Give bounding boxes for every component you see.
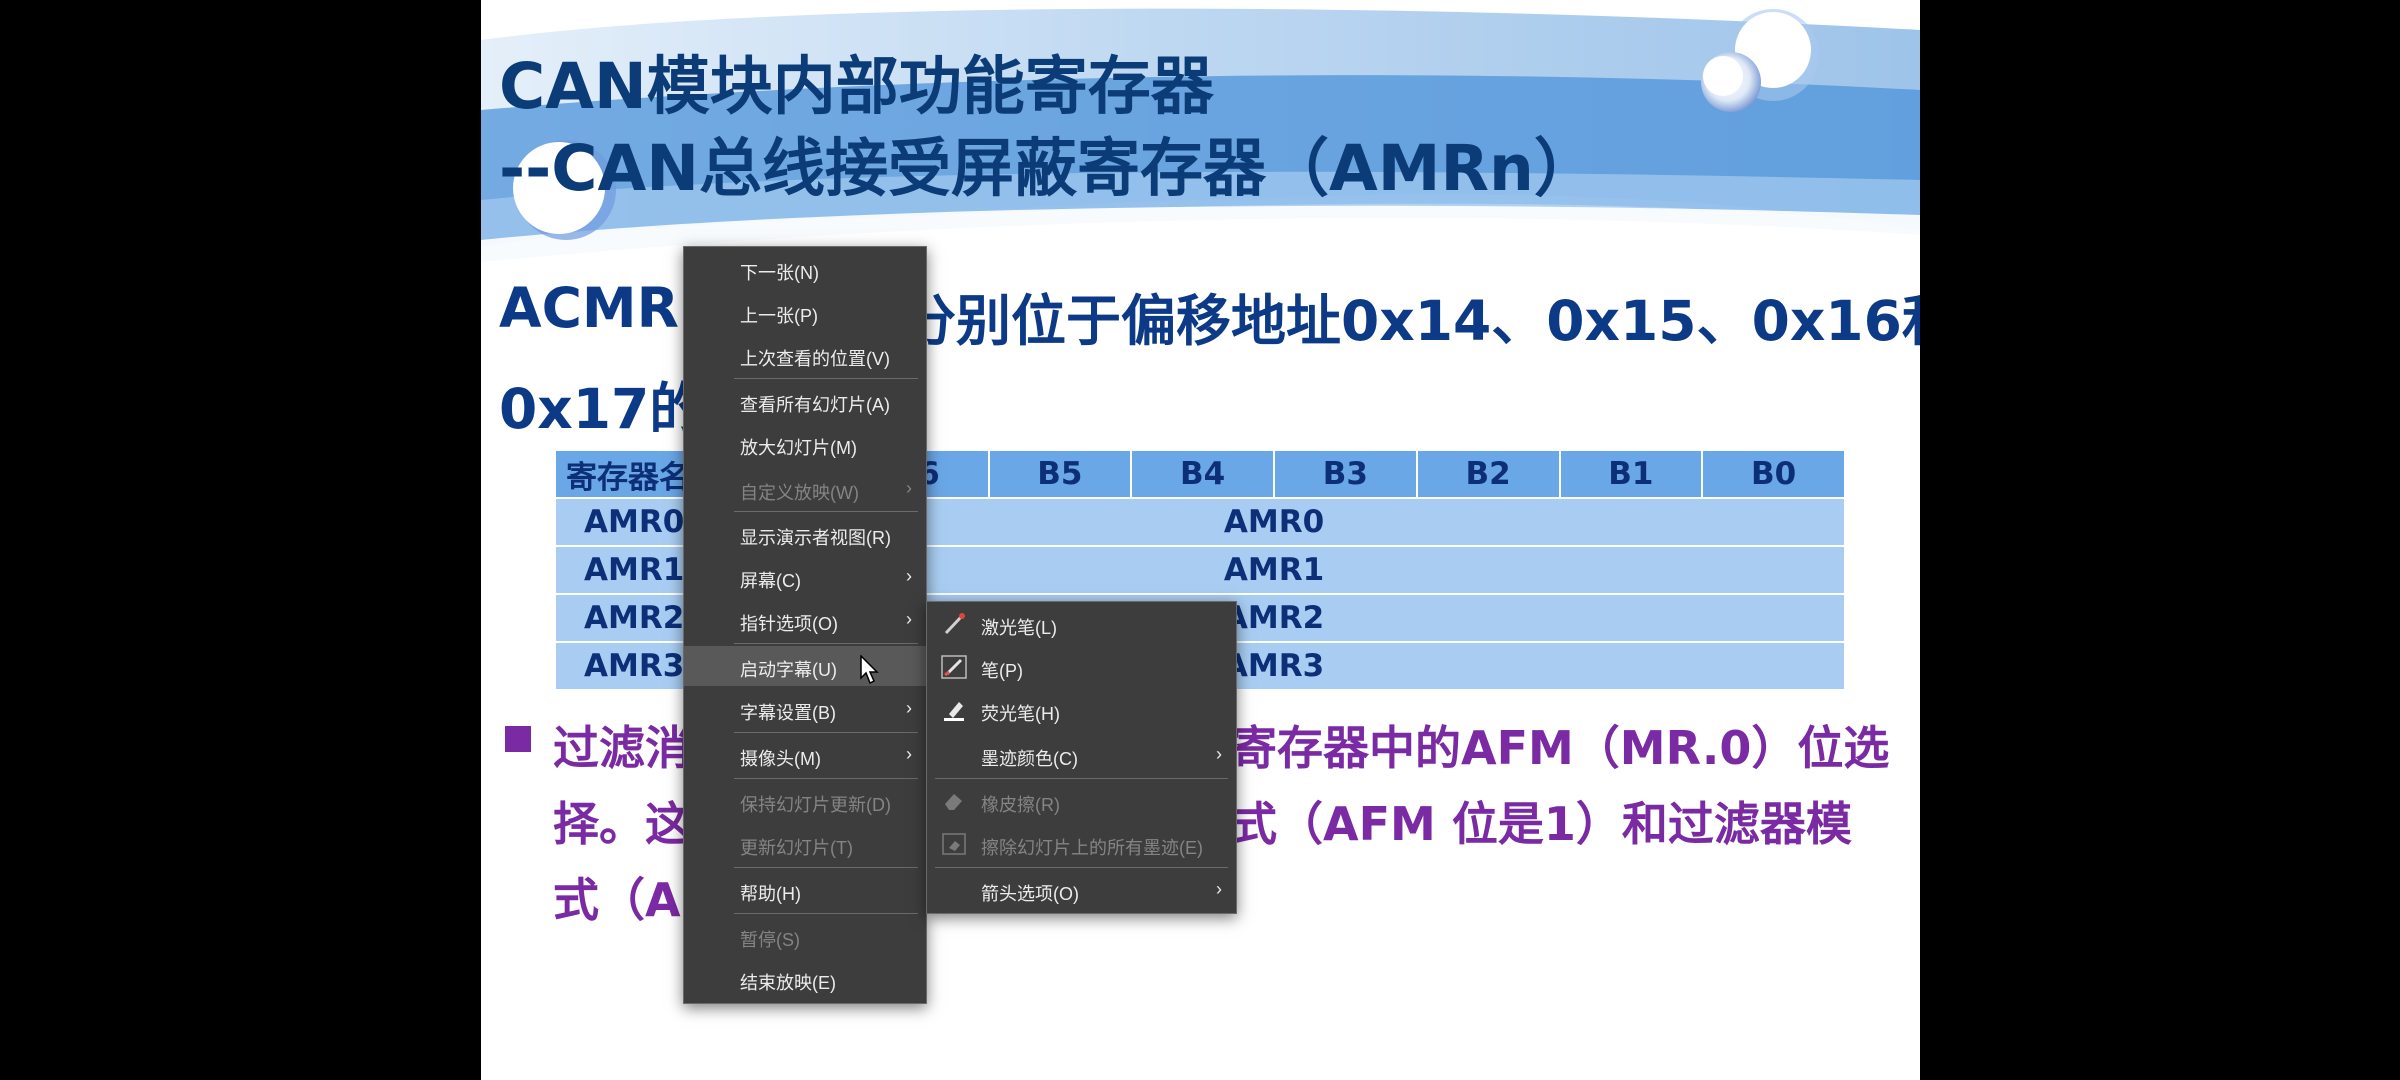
pen-icon bbox=[941, 655, 967, 679]
menu-item-camera[interactable]: 摄像头(M) › bbox=[684, 735, 926, 775]
bullet-line3: 式（A bbox=[553, 873, 681, 927]
menu-item-previous[interactable]: 上一张(P) bbox=[684, 292, 926, 332]
menu-item-last-viewed[interactable]: 上次查看的位置(V) bbox=[684, 335, 926, 375]
menu-item-label: 保持幻灯片更新(D) bbox=[740, 795, 891, 815]
menu-separator bbox=[935, 778, 1228, 779]
menu-item-label: 启动字幕(U) bbox=[740, 660, 837, 680]
submenu-item-arrow-options[interactable]: 箭头选项(O) › bbox=[927, 870, 1236, 910]
menu-item-label: 自定义放映(W) bbox=[740, 483, 859, 503]
slide-title-line2: --CAN总线接受屏蔽寄存器（AMRn） bbox=[499, 132, 1597, 205]
context-menu: 下一张(N) 上一张(P) 上次查看的位置(V) 查看所有幻灯片(A) 放大幻灯… bbox=[683, 246, 927, 1004]
menu-item-custom-show: 自定义放映(W) › bbox=[684, 469, 926, 509]
menu-item-label: 结束放映(E) bbox=[740, 973, 836, 993]
submenu-item-eraser: 橡皮擦(R) bbox=[927, 781, 1236, 821]
table-header-cell: 寄存器名 bbox=[556, 451, 702, 497]
menu-separator bbox=[734, 867, 918, 868]
eraser-icon bbox=[945, 794, 962, 810]
mouse-cursor-icon bbox=[860, 655, 879, 685]
submenu-item-label: 箭头选项(O) bbox=[981, 884, 1079, 904]
menu-item-screen[interactable]: 屏幕(C) › bbox=[684, 557, 926, 597]
chevron-right-icon: › bbox=[906, 566, 912, 586]
table-header-cell: B4 bbox=[1132, 451, 1273, 497]
submenu-item-laser-pointer[interactable]: 激光笔(L) bbox=[927, 604, 1236, 644]
menu-item-next[interactable]: 下一张(N) bbox=[684, 249, 926, 289]
submenu-item-label: 激光笔(L) bbox=[981, 618, 1057, 638]
menu-item-label: 屏幕(C) bbox=[740, 571, 801, 591]
menu-item-label: 更新幻灯片(T) bbox=[740, 838, 853, 858]
menu-item-keep-slides-updated: 保持幻灯片更新(D) bbox=[684, 781, 926, 821]
chevron-right-icon: › bbox=[1216, 744, 1222, 764]
menu-item-label: 摄像头(M) bbox=[740, 749, 821, 769]
erase-all-icon bbox=[942, 833, 966, 855]
submenu-item-label: 墨迹颜色(C) bbox=[981, 749, 1078, 769]
submenu-item-label: 笔(P) bbox=[981, 661, 1023, 681]
menu-item-subtitle-settings[interactable]: 字幕设置(B) › bbox=[684, 689, 926, 729]
submenu-item-highlighter[interactable]: 荧光笔(H) bbox=[927, 690, 1236, 730]
submenu-item-pen[interactable]: 笔(P) bbox=[927, 647, 1236, 687]
menu-item-help[interactable]: 帮助(H) bbox=[684, 870, 926, 910]
submenu-item-erase-all-ink: 擦除幻灯片上的所有墨迹(E) bbox=[927, 824, 1236, 864]
chevron-right-icon: › bbox=[1216, 879, 1222, 899]
menu-item-label: 查看所有幻灯片(A) bbox=[740, 395, 890, 415]
laser-pointer-icon bbox=[944, 613, 965, 635]
menu-separator bbox=[935, 867, 1228, 868]
menu-separator bbox=[734, 913, 918, 914]
submenu-item-label: 橡皮擦(R) bbox=[981, 795, 1060, 815]
bullet-square-icon bbox=[505, 726, 531, 752]
menu-item-pause: 暂停(S) bbox=[684, 916, 926, 956]
menu-item-label: 放大幻灯片(M) bbox=[740, 438, 857, 458]
table-header-cell: B1 bbox=[1560, 451, 1702, 497]
menu-item-start-subtitles[interactable]: 启动字幕(U) bbox=[684, 646, 926, 686]
table-row-name: AMR0 bbox=[556, 499, 702, 545]
menu-item-label: 帮助(H) bbox=[740, 884, 801, 904]
menu-item-update-slide: 更新幻灯片(T) bbox=[684, 824, 926, 864]
menu-item-label: 字幕设置(B) bbox=[740, 703, 836, 723]
pointer-options-submenu: 激光笔(L) 笔(P) 荧光笔(H) 墨迹颜色(C) › 橡皮擦(R) 擦除幻灯… bbox=[926, 601, 1237, 914]
menu-separator bbox=[734, 378, 918, 379]
menu-item-presenter-view[interactable]: 显示演示者视图(R) bbox=[684, 514, 926, 554]
menu-item-label: 上次查看的位置(V) bbox=[740, 349, 890, 369]
chevron-right-icon: › bbox=[906, 609, 912, 629]
menu-item-label: 暂停(S) bbox=[740, 930, 800, 950]
menu-separator bbox=[734, 732, 918, 733]
menu-separator bbox=[734, 511, 918, 512]
bullet-line1-right: 寄存器中的AFM（MR.0）位选 bbox=[1231, 721, 1890, 775]
bullet-line2-left: 择。这 bbox=[553, 797, 691, 851]
submenu-item-label: 擦除幻灯片上的所有墨迹(E) bbox=[981, 838, 1203, 858]
menu-item-end-show[interactable]: 结束放映(E) bbox=[684, 959, 926, 999]
submenu-item-label: 荧光笔(H) bbox=[981, 704, 1060, 724]
chevron-right-icon: › bbox=[906, 478, 912, 498]
chevron-right-icon: › bbox=[906, 744, 912, 764]
table-header-cell: B0 bbox=[1703, 451, 1844, 497]
highlighter-icon bbox=[944, 702, 964, 721]
paragraph-line1-right: 分别位于偏移地址0x14、0x15、0x16和 bbox=[901, 289, 1920, 353]
menu-item-zoom[interactable]: 放大幻灯片(M) bbox=[684, 424, 926, 464]
menu-item-see-all-slides[interactable]: 查看所有幻灯片(A) bbox=[684, 381, 926, 421]
chevron-right-icon: › bbox=[906, 698, 912, 718]
table-header-cell: B5 bbox=[989, 451, 1131, 497]
bullet-line2-right: 式（AFM 位是1）和过滤器模 bbox=[1231, 797, 1852, 851]
paragraph-line1-left: ACMRr bbox=[499, 276, 707, 340]
table-header-cell: B3 bbox=[1275, 451, 1416, 497]
table-header-cell: B2 bbox=[1417, 451, 1559, 497]
bullet-line1-left: 过滤消 bbox=[553, 721, 691, 775]
slide-title-line1: CAN模块内部功能寄存器 bbox=[499, 50, 1214, 123]
menu-item-pointer-options[interactable]: 指针选项(O) › bbox=[684, 600, 926, 640]
table-row-name: AMR3 bbox=[556, 643, 702, 689]
menu-item-label: 上一张(P) bbox=[740, 306, 818, 326]
menu-item-label: 显示演示者视图(R) bbox=[740, 528, 891, 548]
paragraph-line2: 0x17的 bbox=[499, 377, 705, 441]
menu-item-label: 下一张(N) bbox=[740, 263, 819, 283]
table-row-name: AMR1 bbox=[556, 547, 702, 593]
menu-separator bbox=[734, 643, 918, 644]
menu-separator bbox=[734, 778, 918, 779]
table-row-name: AMR2 bbox=[556, 595, 702, 641]
menu-item-label: 指针选项(O) bbox=[740, 614, 838, 634]
submenu-item-ink-color[interactable]: 墨迹颜色(C) › bbox=[927, 735, 1236, 775]
